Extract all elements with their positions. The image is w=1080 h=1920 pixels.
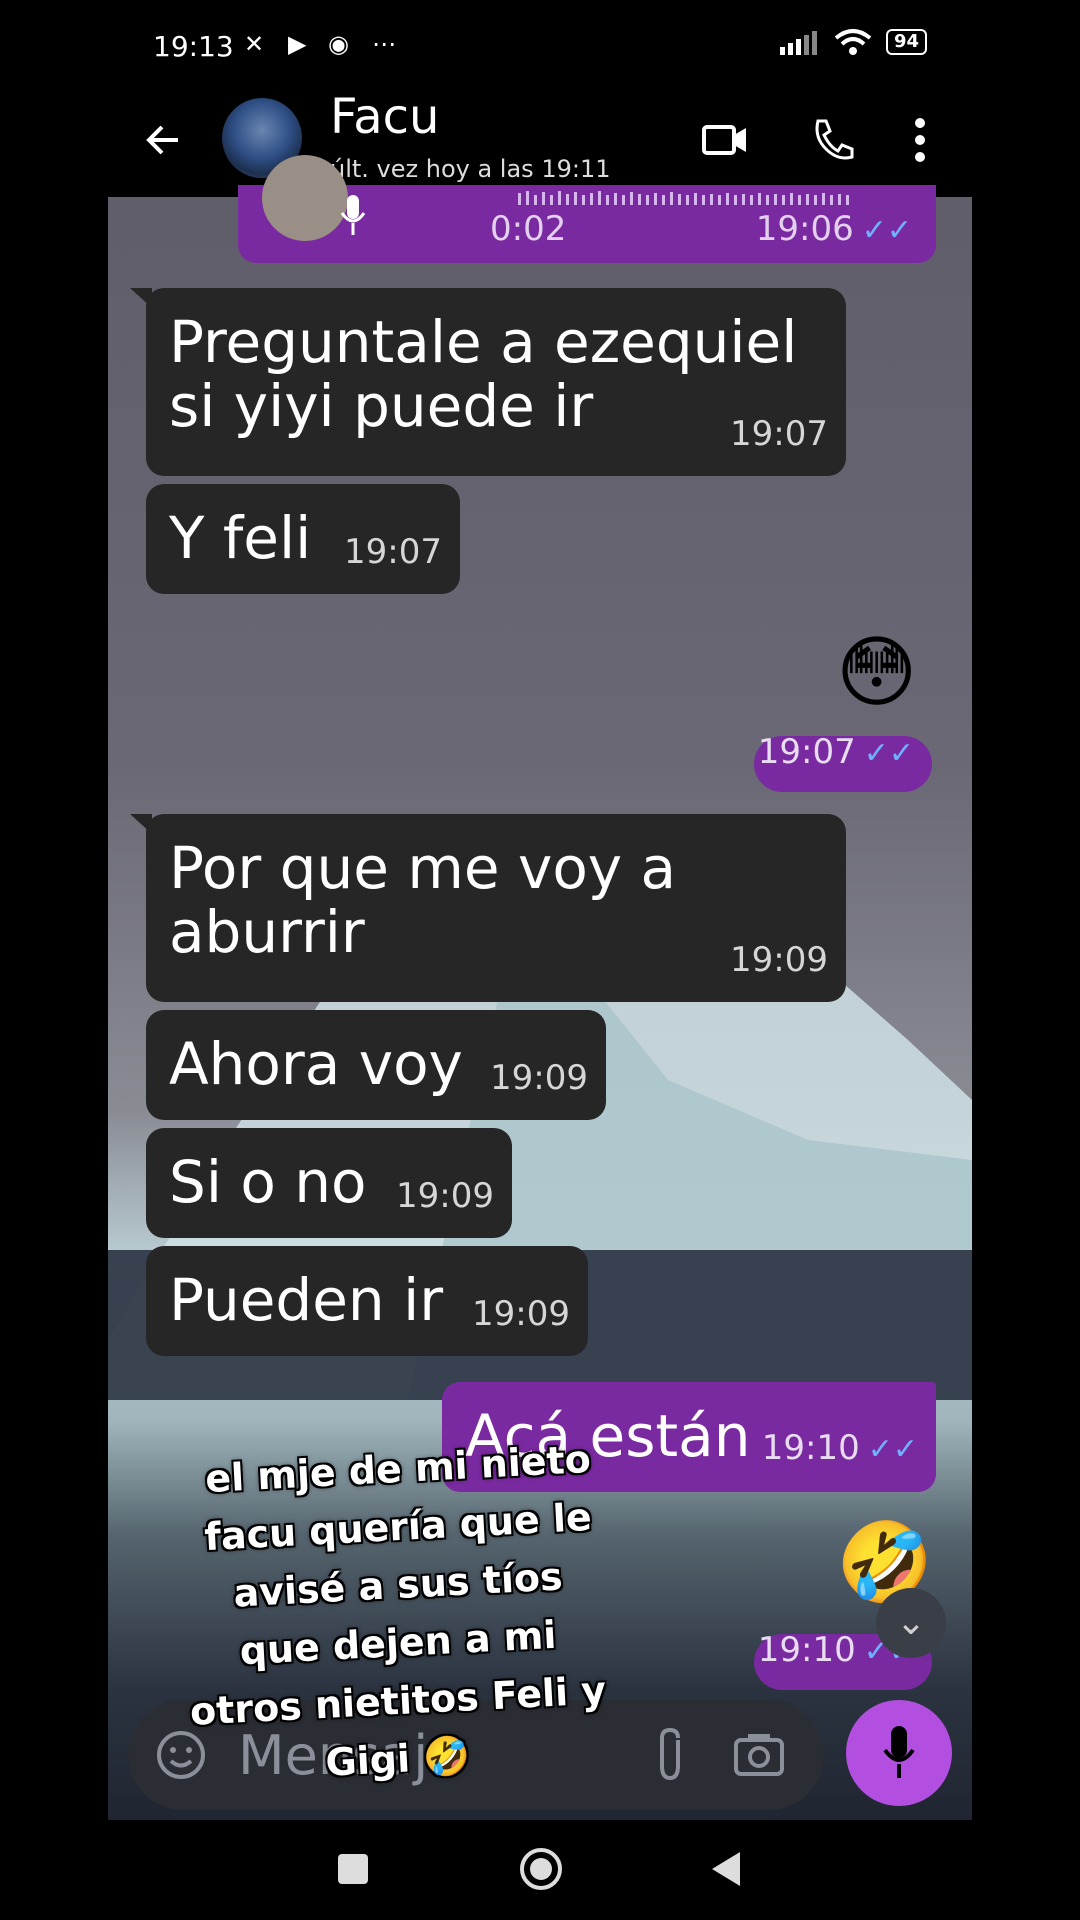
message-text: Ahora voy	[169, 1030, 463, 1098]
wifi-icon	[834, 29, 872, 55]
voice-sender-avatar	[262, 155, 348, 241]
chat-header: Facu últ. vez hoy a las 19:11	[108, 89, 972, 197]
waveform	[518, 191, 849, 205]
back-arrow-icon[interactable]	[138, 115, 188, 165]
phone-icon[interactable]	[808, 115, 858, 165]
message-time: 19:07	[730, 414, 828, 454]
message-text: Si o no	[169, 1148, 367, 1216]
message-bubble-in[interactable]: Por que me voy a aburrir 19:09	[146, 814, 846, 1002]
message-time: 19:10 ✓✓	[761, 1428, 918, 1468]
status-bar: 19:13 ✕ ▶ ◉ ⋯ 94	[108, 0, 972, 95]
read-ticks-icon: ✓✓	[861, 213, 912, 248]
mic-small-icon	[340, 195, 366, 235]
chat-screen: 19:13 ✕ ▶ ◉ ⋯ 94 Facu últ. vez hoy a las…	[108, 0, 972, 1920]
message-time: 19:09	[396, 1176, 494, 1216]
message-bubble-in[interactable]: Pueden ir 19:09	[146, 1246, 588, 1356]
message-bubble-in[interactable]: Si o no 19:09	[146, 1128, 512, 1238]
scroll-down-icon[interactable]: ⌄	[876, 1588, 946, 1658]
voice-time: 19:06 ✓✓	[755, 209, 912, 249]
play-icon: ▶	[288, 30, 313, 58]
message-bubble-in[interactable]: Ahora voy 19:09	[146, 1010, 606, 1120]
message-bubble-in[interactable]: Preguntale a ezequiel si yiyi puede ir 1…	[146, 288, 846, 476]
message-time: 19:09	[490, 1058, 588, 1098]
more-notifications-icon: ⋯	[372, 30, 402, 58]
message-time: 19:09	[472, 1294, 570, 1334]
battery-indicator: 94	[885, 29, 927, 55]
capcut-icon: ✕	[244, 30, 271, 58]
message-time: 19:09	[730, 940, 828, 980]
gamepad-icon: ◉	[328, 30, 355, 58]
message-text: Por que me voy a aburrir	[169, 834, 677, 966]
nav-square-icon[interactable]	[336, 1852, 370, 1886]
message-time: 19:07 ✓✓	[757, 732, 914, 772]
system-nav-bar	[108, 1820, 972, 1920]
read-ticks-icon: ✓✓	[867, 1432, 918, 1467]
message-text: Preguntale a ezequiel si yiyi puede ir	[169, 308, 798, 440]
message-time: 19:07	[344, 532, 442, 572]
status-right: 94	[779, 28, 927, 56]
message-text: Y feli	[169, 504, 312, 572]
nav-home-icon[interactable]	[518, 1846, 564, 1892]
message-bubble-out[interactable]: 19:07 ✓✓	[754, 732, 932, 792]
mic-icon	[883, 1726, 915, 1778]
voice-duration: 0:02	[490, 209, 567, 249]
message-bubble-in[interactable]: Y feli 19:07	[146, 484, 460, 594]
nav-back-icon[interactable]	[708, 1850, 744, 1888]
video-call-icon[interactable]	[700, 115, 750, 165]
status-time: 19:13	[153, 30, 234, 63]
emoji-flushed[interactable]: 😳	[836, 628, 917, 718]
signal-icon	[779, 31, 817, 55]
attach-icon[interactable]	[650, 1726, 690, 1784]
last-seen: últ. vez hoy a las 19:11	[330, 155, 611, 183]
contact-name[interactable]: Facu	[330, 89, 439, 145]
voice-message[interactable]: 0:02 19:06 ✓✓	[238, 155, 936, 263]
message-text: Pueden ir	[169, 1266, 444, 1334]
camera-icon[interactable]	[732, 1730, 786, 1778]
more-vert-icon[interactable]	[908, 115, 932, 165]
overlay-caption: el mje de mi nieto facu quería que le av…	[178, 1437, 618, 1788]
mic-button[interactable]	[846, 1700, 952, 1806]
read-ticks-icon: ✓✓	[863, 736, 914, 771]
